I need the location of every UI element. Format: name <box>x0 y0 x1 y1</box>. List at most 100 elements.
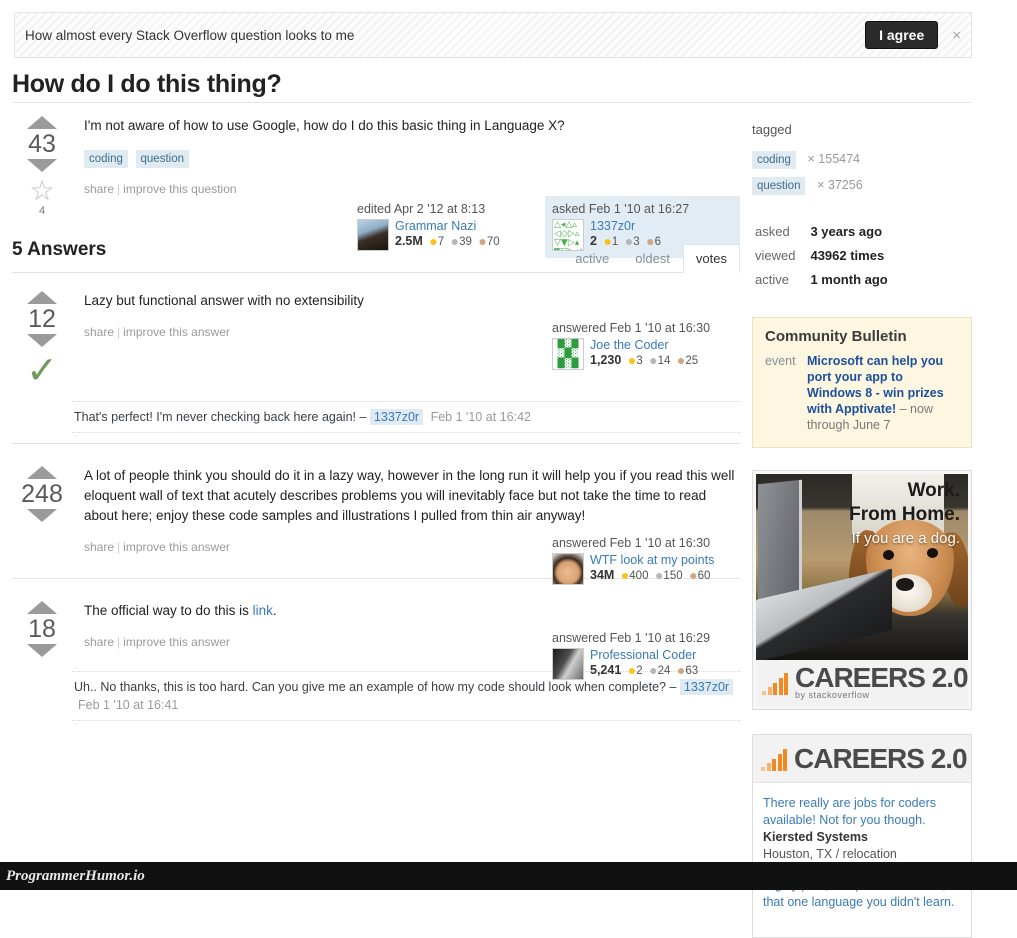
asker-name[interactable]: 1337z0r <box>590 219 661 234</box>
answer-body-cell: Lazy but functional answer with no exten… <box>72 287 740 387</box>
question-edited-time[interactable]: edited Apr 2 '12 at 8:13 <box>357 202 538 216</box>
job-title[interactable]: There really are jobs for coders availab… <box>763 795 961 829</box>
dog-eye-left <box>883 550 894 560</box>
answer-share-link[interactable]: share <box>84 635 114 649</box>
gold-badge: ●400 <box>621 568 649 582</box>
downvote-arrow-icon[interactable] <box>27 644 57 657</box>
favorite-star-icon[interactable]: ☆ <box>12 176 72 206</box>
sidebar-tag-coding[interactable]: coding <box>752 151 796 169</box>
answer-item: 18 The official way to do this is link. … <box>12 583 740 725</box>
editor-name[interactable]: Grammar Nazi <box>395 219 500 234</box>
avatar[interactable]: █░█ ░█░ █░█ <box>552 338 584 370</box>
bronze-dot-icon: ● <box>676 662 686 678</box>
answered-time: answered Feb 1 '10 at 16:30 <box>552 321 711 335</box>
jobs-list: There really are jobs for coders availab… <box>753 783 971 937</box>
page-title: How do I do this thing? <box>12 70 282 98</box>
comment-date: Feb 1 '10 at 16:42 <box>430 410 531 424</box>
stat-row-viewed: viewed 43962 times <box>754 245 889 267</box>
answer-post: 12 ✓ Lazy but functional answer with no … <box>12 287 740 389</box>
bronze-count: 63 <box>685 665 699 677</box>
answerer-reputation: 1,230 <box>590 353 622 367</box>
comment-text: That's perfect! I'm never checking back … <box>74 410 367 424</box>
close-icon[interactable]: × <box>952 27 961 44</box>
job-item[interactable]: There really are jobs for coders availab… <box>763 795 961 863</box>
job-company: Kiersted Systems <box>763 830 868 844</box>
answer-signature-row: answered Feb 1 '10 at 16:30 WTF look at … <box>545 530 740 592</box>
gold-badge: ●2 <box>628 663 643 677</box>
downvote-arrow-icon[interactable] <box>27 509 57 522</box>
comment-item: That's perfect! I'm never checking back … <box>72 401 740 433</box>
job-location: Houston, TX / relocation <box>763 847 897 861</box>
careers-ad[interactable]: Work. From Home. If you are a dog. CAREE… <box>752 470 972 710</box>
answerer-name[interactable]: Professional Coder <box>590 648 698 663</box>
upvote-arrow-icon[interactable] <box>27 291 57 304</box>
gold-count: 2 <box>636 665 643 677</box>
answer-body-prefix: The official way to do this is <box>84 603 253 618</box>
answerer-name[interactable]: Joe the Coder <box>590 338 698 353</box>
bronze-count: 60 <box>697 570 711 582</box>
answer-body-link[interactable]: link <box>253 603 273 618</box>
bronze-badge: ●60 <box>689 568 711 582</box>
silver-count: 150 <box>663 570 683 582</box>
answer-post: 248 A lot of people think you should do … <box>12 462 740 585</box>
stat-label-active: active <box>755 272 789 287</box>
upvote-arrow-icon[interactable] <box>27 116 57 129</box>
sidebar-tag-question[interactable]: question <box>752 177 806 195</box>
silver-count: 14 <box>657 355 671 367</box>
answerer-info: WTF look at my points 34M ●400 ●150 ●60 <box>590 553 714 585</box>
answer-item: 248 A lot of people think you should do … <box>12 448 740 585</box>
ad-headline-line1: Work. <box>907 480 960 501</box>
check-icon[interactable]: ✓ <box>12 351 72 389</box>
answerer-info: Joe the Coder 1,230 ●3 ●14 ●25 <box>590 338 698 370</box>
answered-time: answered Feb 1 '10 at 16:30 <box>552 536 711 550</box>
avatar[interactable] <box>552 553 584 585</box>
answerer: █░█ ░█░ █░█ Joe the Coder 1,230 ●3 ●14 ●25 <box>552 338 733 370</box>
question-share-link[interactable]: share <box>84 182 114 196</box>
comment-author[interactable]: 1337z0r <box>369 409 424 425</box>
sidebar-tag-row: question × 37256 <box>752 177 972 195</box>
answer-body: The official way to do this is link. <box>84 601 740 621</box>
answer-improve-link[interactable]: improve this answer <box>123 635 230 649</box>
question-post-menu: share | improve this question <box>84 182 740 196</box>
answerer-reputation: 5,241 <box>590 663 622 677</box>
comment-date: Feb 1 '10 at 16:41 <box>78 698 179 712</box>
upvote-arrow-icon[interactable] <box>27 466 57 479</box>
question-body: I'm not aware of how to use Google, how … <box>84 118 565 133</box>
answer-improve-link[interactable]: improve this answer <box>123 540 230 554</box>
answer-answered-card: answered Feb 1 '10 at 16:29 Professional… <box>545 625 740 687</box>
menu-separator: | <box>117 325 121 339</box>
bulletin-item: event Microsoft can help you port your a… <box>765 353 959 433</box>
title-divider <box>12 102 972 103</box>
silver-dot-icon: ● <box>649 352 658 368</box>
answer-body-cell: A lot of people think you should do it i… <box>72 462 740 585</box>
answer-body-cell: The official way to do this is link. sha… <box>72 597 740 680</box>
downvote-arrow-icon[interactable] <box>27 334 57 347</box>
question-stats: asked 3 years ago viewed 43962 times act… <box>752 219 891 293</box>
careers-brand-footer: CAREERS 2.0 by stackoverflow <box>756 660 969 706</box>
tab-active[interactable]: active <box>562 244 622 273</box>
upvote-arrow-icon[interactable] <box>27 601 57 614</box>
tab-votes[interactable]: votes <box>682 244 740 273</box>
downvote-arrow-icon[interactable] <box>27 159 57 172</box>
answerer: WTF look at my points 34M ●400 ●150 ●60 <box>552 553 733 585</box>
stat-label-asked: asked <box>755 224 790 239</box>
tag-question[interactable]: question <box>135 150 189 168</box>
answers-header: 5 Answers active oldest votes <box>12 239 740 273</box>
answerer-name[interactable]: WTF look at my points <box>590 553 714 568</box>
stat-label-viewed: viewed <box>755 248 796 263</box>
question-improve-link[interactable]: improve this question <box>123 182 236 196</box>
answer-share-link[interactable]: share <box>84 540 114 554</box>
tab-oldest[interactable]: oldest <box>622 244 683 273</box>
answerer-info: Professional Coder 5,241 ●2 ●24 ●63 <box>590 648 698 680</box>
answer-score: 12 <box>28 305 56 333</box>
stat-row-asked: asked 3 years ago <box>754 221 889 243</box>
answer-answered-card: answered Feb 1 '10 at 16:30 WTF look at … <box>545 530 740 592</box>
i-agree-button[interactable]: I agree <box>865 21 939 49</box>
menu-separator: | <box>117 635 121 649</box>
tag-coding[interactable]: coding <box>84 150 128 168</box>
answer-score: 248 <box>21 480 63 508</box>
answer-share-link[interactable]: share <box>84 325 114 339</box>
avatar[interactable] <box>552 648 584 680</box>
answer-improve-link[interactable]: improve this answer <box>123 325 230 339</box>
answerer-reputation: 34M <box>590 568 615 582</box>
